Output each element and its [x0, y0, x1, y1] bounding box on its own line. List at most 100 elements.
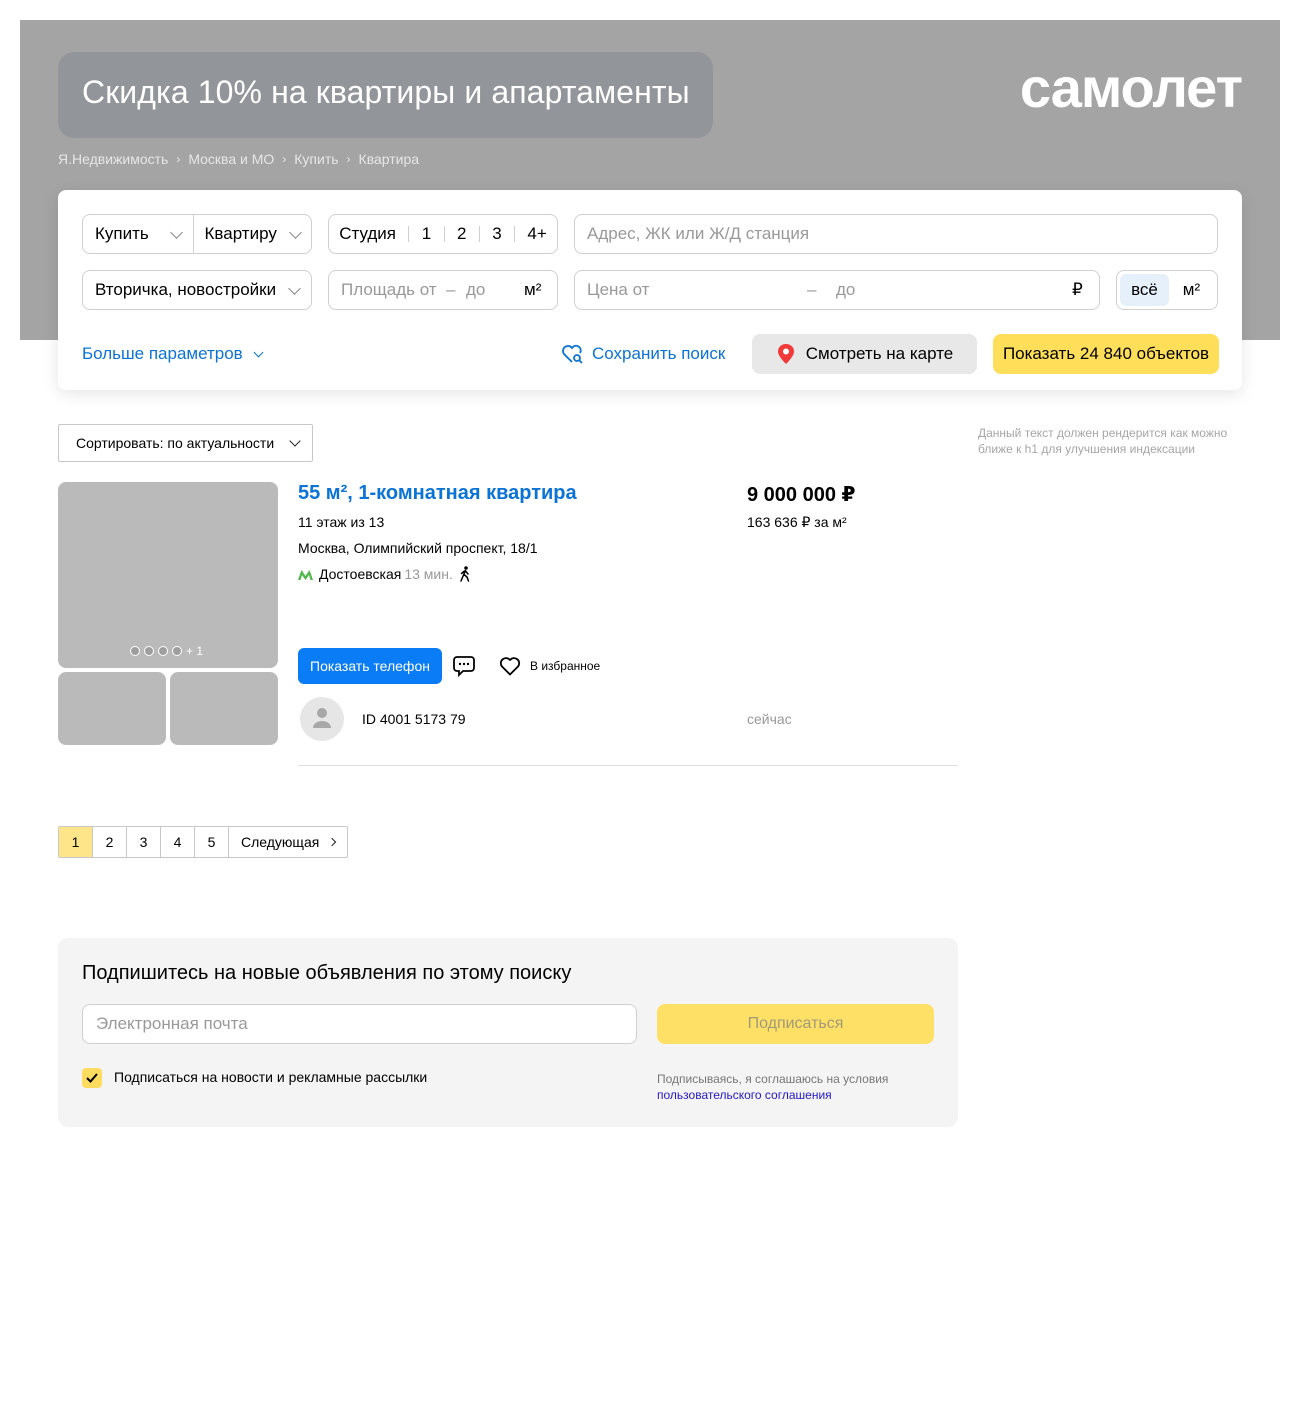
sort-label: Сортировать: по актуальности	[76, 435, 275, 451]
page-button-1[interactable]: 1	[59, 827, 93, 857]
email-field[interactable]: Электронная почта	[82, 1004, 637, 1044]
terms-link[interactable]: пользовательского соглашения	[657, 1088, 832, 1102]
page-button-5[interactable]: 5	[195, 827, 229, 857]
photo-more-count: + 1	[186, 644, 204, 658]
breadcrumb-item[interactable]: Купить	[294, 151, 338, 167]
page-button-4[interactable]: 4	[161, 827, 195, 857]
brand-logo[interactable]: самолет	[1020, 60, 1243, 116]
chevron-down-icon	[169, 225, 183, 239]
walking-icon	[460, 566, 470, 582]
show-on-map-button[interactable]: Смотреть на карте	[752, 334, 977, 374]
price-mode-toggle: всё м²	[1116, 270, 1218, 310]
photo-dot[interactable]	[144, 646, 154, 656]
subscribe-title: Подпишитесь на новые объявления по этому…	[82, 962, 572, 984]
deal-type-group: Купить Квартиру	[82, 214, 312, 254]
favorite-button[interactable]: В избранное	[498, 654, 600, 678]
room-option-3[interactable]: 3	[492, 224, 501, 244]
terms-text: Подписываясь, я соглашаюсь на условия	[657, 1072, 889, 1086]
photo-dot[interactable]	[130, 646, 140, 656]
market-select[interactable]: Вторичка, новостройки	[82, 270, 312, 310]
offer-price-per-meter: 163 636 ₽ за м²	[747, 514, 847, 530]
offer-title[interactable]: 55 м², 1-комнатная квартира	[298, 482, 577, 505]
price-to-input[interactable]: до	[836, 280, 1072, 300]
chevron-down-icon	[253, 347, 264, 358]
area-to-input[interactable]: до	[466, 280, 524, 300]
save-search-button[interactable]: Сохранить поиск	[560, 342, 725, 366]
avatar	[300, 697, 344, 741]
chevron-right-icon: ›	[176, 152, 181, 166]
show-results-button[interactable]: Показать 24 840 объектов	[993, 334, 1219, 374]
price-unit: ₽	[1072, 280, 1083, 299]
next-page-label: Следующая	[241, 834, 320, 850]
more-params-link[interactable]: Больше параметров	[82, 344, 264, 364]
offer-photo-main[interactable]: + 1	[58, 482, 278, 668]
news-checkbox[interactable]	[82, 1068, 102, 1088]
deal-type-select[interactable]: Купить	[83, 214, 193, 254]
chevron-down-icon	[288, 281, 301, 295]
offer-address: Москва, Олимпийский проспект, 18/1	[298, 540, 538, 556]
breadcrumb: Я.Недвижимость › Москва и МО › Купить › …	[58, 151, 419, 167]
terms-note: Подписываясь, я соглашаюсь на условия по…	[657, 1071, 888, 1103]
deal-type-value: Купить	[95, 224, 149, 243]
show-on-map-label: Смотреть на карте	[805, 344, 954, 363]
heart-search-icon	[562, 344, 583, 364]
room-option-1[interactable]: 1	[422, 224, 431, 244]
photo-dot[interactable]	[172, 646, 182, 656]
photo-pagination: + 1	[130, 644, 203, 658]
property-type-select[interactable]: Квартиру	[194, 214, 311, 254]
check-icon	[86, 1073, 98, 1083]
page-button-3[interactable]: 3	[127, 827, 161, 857]
area-unit: м²	[524, 280, 542, 299]
price-dash: –	[807, 280, 817, 299]
offer-updated: сейчас	[747, 711, 792, 727]
search-filters: Купить Квартиру Студия 1 2 3 4+ Адрес, Ж…	[58, 190, 1242, 390]
offer-price: 9 000 000 ₽	[747, 484, 856, 506]
map-pin-icon	[777, 344, 794, 364]
page-button-2[interactable]: 2	[93, 827, 127, 857]
breadcrumb-item[interactable]: Квартира	[359, 151, 420, 167]
subscribe-panel: Подпишитесь на новые объявления по этому…	[58, 938, 958, 1127]
room-option-4plus[interactable]: 4+	[527, 224, 546, 244]
room-option-2[interactable]: 2	[457, 224, 466, 244]
divider	[298, 765, 958, 766]
metro-time: 13 мин.	[404, 566, 453, 582]
news-checkbox-label: Подписаться на новости и рекламные рассы…	[114, 1069, 428, 1085]
seller-id: ID 4001 5173 79	[362, 711, 466, 727]
pagination: 1 2 3 4 5 Следующая	[58, 826, 349, 858]
subscribe-button[interactable]: Подписаться	[657, 1004, 934, 1044]
promo-banner[interactable]: Скидка 10% на квартиры и апартаменты	[58, 52, 713, 138]
chevron-right-icon: ›	[346, 152, 351, 166]
next-page-button[interactable]: Следующая	[229, 827, 347, 857]
offer-photo-thumb[interactable]	[58, 672, 166, 745]
chevron-right-icon	[328, 837, 337, 847]
chat-icon[interactable]	[452, 654, 476, 683]
offer-metro: Достоевская 13 мин.	[298, 566, 471, 582]
user-icon	[313, 708, 331, 728]
breadcrumb-item[interactable]: Я.Недвижимость	[58, 151, 168, 167]
price-mode-sqm[interactable]: м²	[1169, 274, 1214, 306]
sort-select[interactable]: Сортировать: по актуальности	[58, 424, 313, 462]
favorite-label: В избранное	[530, 659, 601, 673]
breadcrumb-item[interactable]: Москва и МО	[188, 151, 274, 167]
rooms-selector: Студия 1 2 3 4+	[328, 214, 558, 254]
save-search-label: Сохранить поиск	[592, 344, 726, 363]
show-phone-button[interactable]: Показать телефон	[298, 648, 442, 684]
address-input[interactable]: Адрес, ЖК или Ж/Д станция	[574, 214, 1218, 254]
seo-note: Данный текст должен рендерится как можно…	[978, 426, 1228, 456]
metro-station: Достоевская	[319, 566, 402, 582]
price-mode-all[interactable]: всё	[1120, 274, 1169, 306]
photo-dot[interactable]	[158, 646, 168, 656]
chevron-right-icon: ›	[282, 152, 287, 166]
area-from-input[interactable]: Площадь от	[341, 280, 446, 300]
offer-floor: 11 этаж из 13	[298, 514, 385, 530]
area-dash: –	[446, 280, 456, 299]
address-placeholder: Адрес, ЖК или Ж/Д станция	[587, 224, 810, 243]
divider	[408, 226, 410, 242]
divider	[443, 226, 445, 242]
heart-icon	[499, 657, 521, 676]
divider	[514, 226, 516, 242]
chevron-down-icon	[289, 435, 301, 447]
room-option-studio[interactable]: Студия	[339, 224, 396, 244]
offer-photo-thumb[interactable]	[170, 672, 278, 745]
price-from-input[interactable]: Цена от	[587, 280, 807, 300]
